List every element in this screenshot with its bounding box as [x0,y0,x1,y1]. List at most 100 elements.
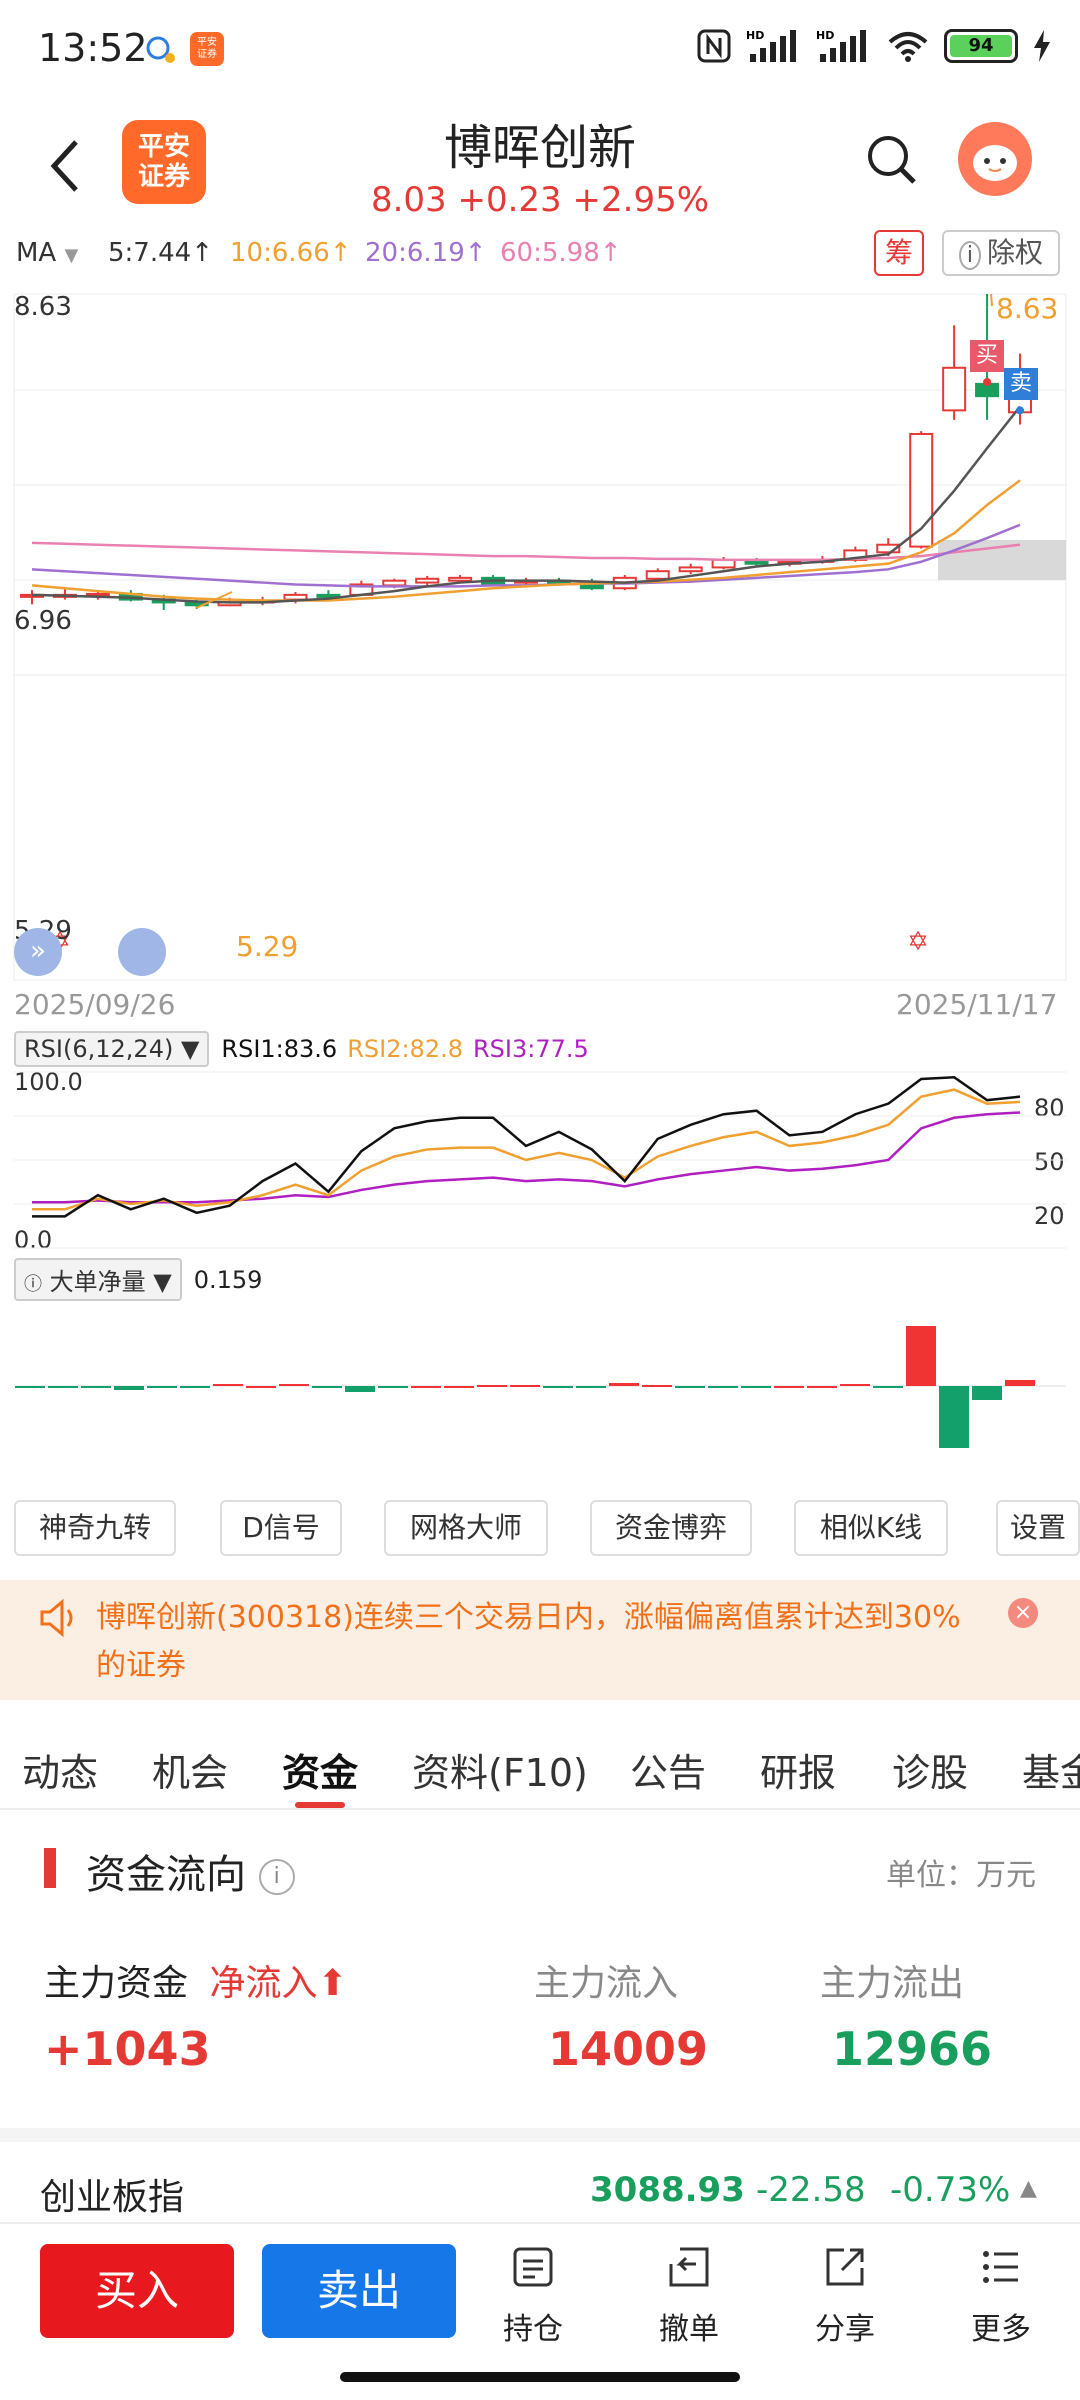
tab-news[interactable]: 动态 [22,1742,98,1797]
tool-settings[interactable]: 设置 [996,1500,1080,1556]
nav-holdings[interactable]: 持仓 [478,2244,588,2348]
info-icon[interactable]: i [258,1859,295,1895]
tool-magic-nine[interactable]: 神奇九转 [14,1500,176,1556]
big-order-bar [246,1386,276,1388]
price: 8.03 [370,180,447,220]
svg-text:HD: HD [746,29,764,42]
ma20: 20:6.19↑ [365,238,487,268]
ma-label[interactable]: MA ▼ [16,238,78,268]
candle [909,431,934,549]
big-order-chart[interactable] [0,1296,1080,1480]
max-leader-line [990,293,993,307]
nav-more[interactable]: 更多 [946,2244,1056,2348]
more-menu-icon [983,2251,1018,2283]
index-value: 3088.93 [590,2170,745,2210]
fund-flow-title: 资金流向 i [86,1842,295,1900]
big-order-bar [840,1384,870,1386]
risk-notice[interactable]: 博晖创新(300318)连续三个交易日内，涨幅偏离值累计达到30%的证券 × [0,1580,1080,1700]
expand-left-button[interactable]: » [14,928,62,976]
big-order-bar [609,1383,639,1386]
sell-dot [1016,406,1024,415]
nav-cancel-order[interactable]: 撤单 [634,2244,744,2348]
rsi1-line [32,1076,1021,1218]
candle-body [448,576,473,582]
index-ticker[interactable]: 创业板指 3088.93 -22.58 -0.73% ▲ [0,2128,1080,2224]
nfc-icon [697,29,731,63]
big-order-bar [147,1386,177,1388]
kline-chart[interactable]: ✡✡ [0,280,1080,1000]
chips-button[interactable]: 筹 [874,230,924,276]
tab-fund[interactable]: 基金 [1022,1742,1080,1797]
outflow-value: 12966 [832,2022,993,2076]
big-order-bar [15,1386,45,1388]
index-change: -22.58 [756,2170,866,2210]
ma-legend-bar: MA ▼ 5:7.44↑ 10:6.66↑ 20:6.19↑ 60:5.98↑ … [0,230,1080,280]
close-icon[interactable]: × [1008,1598,1038,1628]
big-order-bar [972,1386,1002,1400]
inflow-value: 14009 [548,2022,709,2076]
tab-f10[interactable]: 资料(F10) [412,1742,588,1797]
candle-body [382,579,407,587]
big-order-bar [48,1386,78,1388]
stock-header: 平安 证券 博晖创新 8.03 +0.23 +2.95% [0,100,1080,230]
y-label-high: 8.63 [14,292,72,322]
big-order-bar [576,1386,606,1388]
rsi-selector[interactable]: RSI(6,12,24) ▼ [14,1031,210,1067]
main-fund-label: 主力资金 净流入⬆ [44,1963,348,2004]
tab-funds[interactable]: 资金 [282,1742,358,1797]
ma5: 5:7.44↑ [108,238,213,268]
big-order-bar [279,1384,309,1386]
assistant-avatar[interactable] [958,122,1032,196]
tool-grid-master[interactable]: 网格大师 [384,1500,548,1556]
signal-icon: HD [746,29,796,62]
buy-dot [983,377,992,386]
candle-body [645,570,670,580]
big-order-bar [939,1386,969,1448]
big-order-bar [312,1386,342,1388]
nav-share[interactable]: 分享 [790,2244,900,2348]
fullscreen-icon[interactable] [118,928,166,976]
inflow-label: 主力流入 [534,1963,679,2004]
rsi3-line [32,1111,1021,1204]
cancel-order-icon [669,2247,709,2287]
expand-up-icon[interactable]: ▲ [1020,2176,1037,2201]
sell-button[interactable]: 卖出 [262,2244,456,2338]
rsi-chart[interactable] [0,1070,1080,1250]
status-time: 13:52 [38,26,148,70]
big-order-selector[interactable]: ⓘ 大单净量 ▼ [14,1258,182,1301]
chat-bubble-icon [146,36,175,63]
big-order-legend: ⓘ 大单净量 ▼ 0.159 [14,1258,262,1301]
buy-tag[interactable]: 买 [970,340,1004,372]
candle-body [678,566,703,573]
outflow-label: 主力流出 [820,1963,965,2004]
big-order-bar [675,1386,705,1388]
big-order-value: 0.159 [193,1265,263,1294]
content-tabs: 动态 机会 资金 资料(F10) 公告 研报 诊股 基金 [0,1720,1080,1810]
tab-announcement[interactable]: 公告 [630,1742,706,1797]
rsi2-value: RSI2:82.8 [347,1035,463,1063]
search-icon[interactable] [862,130,922,190]
buy-button[interactable]: 买入 [40,2244,234,2338]
max-price-marker: 8.63 [996,292,1059,325]
tool-d-signal[interactable]: D信号 [220,1500,342,1556]
big-order-bar [510,1385,540,1387]
sell-tag[interactable]: 卖 [1004,368,1038,400]
tool-similar-k[interactable]: 相似K线 [794,1500,948,1556]
section-marker [44,1848,56,1888]
tab-opportunity[interactable]: 机会 [152,1742,228,1797]
rsi1-value: RSI1:83.6 [221,1035,338,1063]
nine-turn-star-icon: ✡ [907,927,929,957]
index-pct: -0.73% [890,2170,1011,2210]
chuquan-button[interactable]: i 除权 [942,230,1060,276]
status-bar: 13:52 平安 证券 HD HD 94 [0,0,1080,100]
big-order-bar [1005,1380,1035,1386]
tab-diagnosis[interactable]: 诊股 [892,1742,968,1797]
big-order-bar [180,1386,210,1388]
index-name: 创业板指 [40,2177,185,2218]
tool-fund-game[interactable]: 资金博弈 [590,1500,752,1556]
tab-research[interactable]: 研报 [760,1742,836,1797]
big-order-bar [906,1326,936,1386]
active-tab-indicator [295,1802,345,1808]
charging-icon [1034,30,1050,62]
price-change: +0.23 [457,180,562,220]
